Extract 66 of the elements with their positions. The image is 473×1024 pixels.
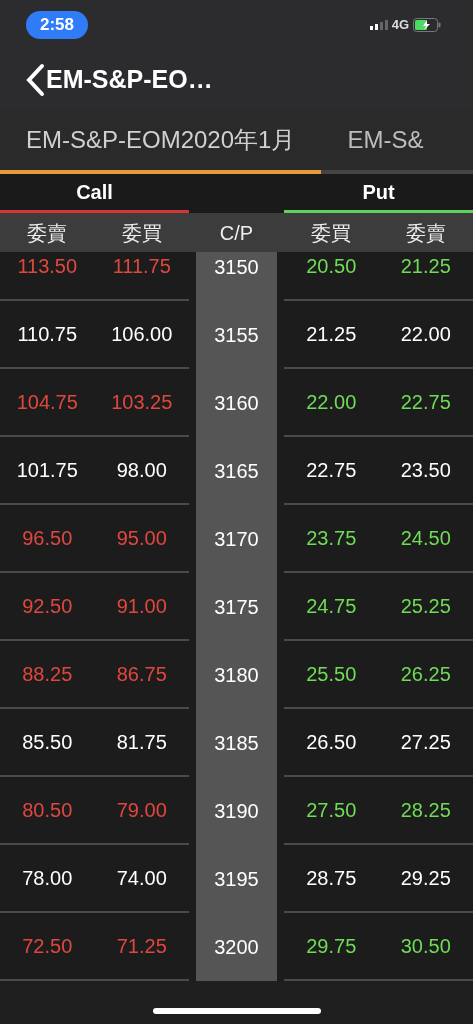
put-ask-price: 22.00	[400, 322, 451, 347]
strike-price: 3155	[214, 323, 259, 348]
call-bid-price: 95.00	[116, 526, 167, 551]
put-ask-price: 21.25	[400, 254, 451, 279]
put-bid-price: 29.75	[306, 934, 357, 959]
strike-price: 3170	[214, 527, 259, 552]
put-bid-price: 22.75	[306, 458, 357, 483]
call-ask-price: 72.50	[22, 934, 73, 959]
put-bid-price: 28.75	[306, 866, 357, 891]
put-bid-price: 23.75	[306, 526, 357, 551]
call-ask-price: 78.00	[22, 866, 73, 891]
back-button[interactable]	[24, 63, 46, 97]
call-ask-price: 96.50	[22, 526, 73, 551]
put-ask-price: 29.25	[400, 866, 451, 891]
column-header: C/P	[219, 220, 254, 246]
status-time: 2:58	[26, 11, 89, 39]
strike-price: 3160	[214, 391, 259, 416]
network-label: 4G	[391, 16, 409, 35]
put-bid-price: 24.75	[306, 594, 357, 619]
call-ask-price: 88.25	[22, 662, 73, 687]
battery-charging-icon	[413, 18, 441, 32]
call-bid-price: 98.00	[116, 458, 167, 483]
column-header: 委買	[121, 220, 162, 246]
put-ask-price: 24.50	[400, 526, 451, 551]
call-bid-price: 81.75	[116, 730, 167, 755]
put-ask-price: 28.25	[400, 798, 451, 823]
strike-price: 3180	[214, 663, 259, 688]
call-bid-price: 71.25	[116, 934, 167, 959]
put-ask-price: 26.25	[400, 662, 451, 687]
call-ask-price: 85.50	[22, 730, 73, 755]
column-header: 委買	[311, 220, 352, 246]
call-bid-price: 111.75	[112, 254, 171, 279]
call-ask-price: 110.75	[17, 322, 78, 347]
put-bid-price: 25.50	[306, 662, 357, 687]
strike-price: 3195	[214, 867, 259, 892]
call-ask-price: 113.50	[17, 254, 78, 279]
call-bid-price: 106.00	[111, 322, 173, 347]
strike-price: 3175	[214, 595, 259, 620]
signal-icon	[369, 20, 388, 30]
call-bid-price: 86.75	[116, 662, 167, 687]
put-bid-price: 20.50	[306, 254, 357, 279]
strike-price: 3150	[214, 255, 259, 280]
put-ask-price: 22.75	[400, 390, 451, 415]
call-ask-price: 104.75	[16, 390, 78, 415]
strike-price: 3190	[214, 799, 259, 824]
column-header: 委賣	[27, 220, 68, 246]
put-bid-price: 26.50	[306, 730, 357, 755]
page-title: EM-S&P-EO…	[46, 64, 213, 96]
strike-price: 3165	[214, 459, 259, 484]
call-bid-price: 103.25	[111, 390, 173, 415]
put-ask-price: 23.50	[400, 458, 451, 483]
call-ask-price: 101.75	[16, 458, 78, 483]
call-bid-price: 74.00	[116, 866, 167, 891]
column-header: 委賣	[405, 220, 446, 246]
call-ask-price: 80.50	[22, 798, 73, 823]
call-bid-price: 79.00	[116, 798, 167, 823]
call-bid-price: 91.00	[116, 594, 167, 619]
put-ask-price: 27.25	[400, 730, 451, 755]
put-ask-price: 25.25	[400, 594, 451, 619]
put-ask-price: 30.50	[400, 934, 451, 959]
put-bid-price: 27.50	[306, 798, 357, 823]
call-ask-price: 92.50	[22, 594, 73, 619]
strike-price: 3185	[214, 731, 259, 756]
put-bid-price: 22.00	[306, 390, 357, 415]
strike-price: 3200	[214, 935, 259, 960]
put-bid-price: 21.25	[306, 322, 357, 347]
